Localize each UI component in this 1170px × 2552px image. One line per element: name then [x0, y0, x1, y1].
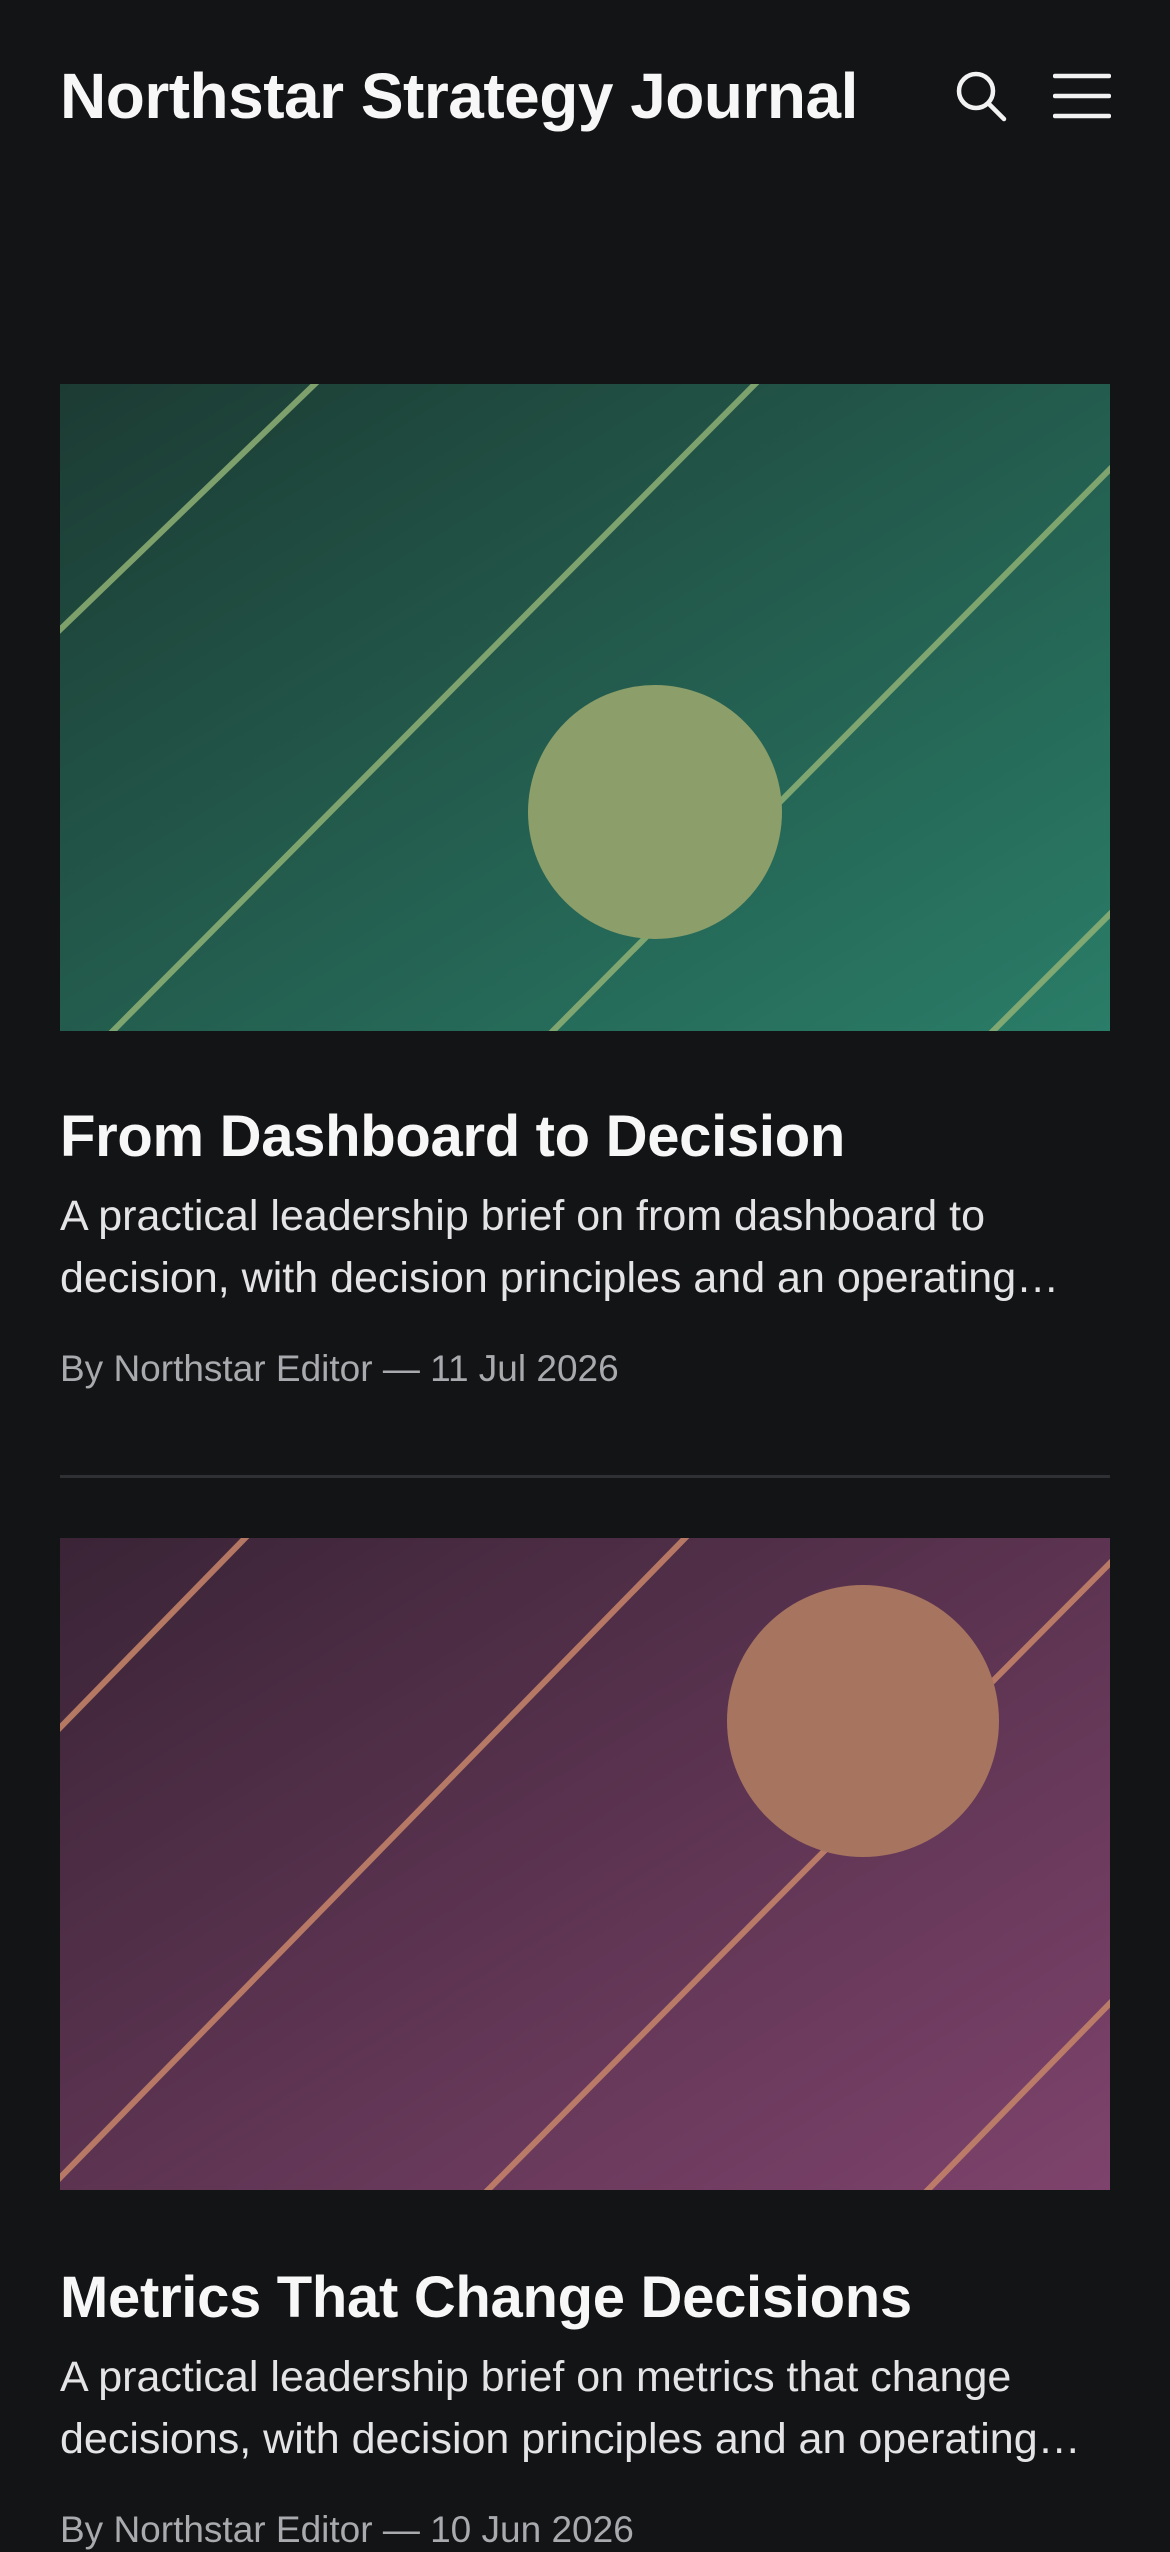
article-byline: By Northstar Editor — 11 Jul 2026	[60, 1348, 619, 1389]
article-title[interactable]: From Dashboard to Decision	[60, 1101, 1110, 1173]
article-divider	[60, 1475, 1110, 1478]
article-excerpt: A practical leadership brief on from das…	[60, 1192, 1017, 1302]
article-byline: By Northstar Editor — 10 Jun 2026	[60, 2509, 634, 2550]
article-title[interactable]: Metrics That Change Decisions	[60, 2262, 1110, 2334]
search-button[interactable]	[945, 60, 1017, 132]
site-title[interactable]: Northstar Strategy Journal	[60, 56, 858, 136]
article-card[interactable]: From Dashboard to Decision A practical l…	[60, 384, 1110, 1391]
search-icon	[956, 71, 1007, 122]
article-excerpt: A practical leadership brief on metrics …	[60, 2353, 1038, 2463]
article-hero-image[interactable]	[60, 384, 1110, 1031]
article-card[interactable]: Metrics That Change Decisions A practica…	[60, 1538, 1110, 2552]
menu-button[interactable]	[1046, 60, 1118, 132]
app-header: Northstar Strategy Journal	[0, 0, 1170, 200]
hamburger-menu-icon	[1053, 73, 1111, 119]
article-hero-image[interactable]	[60, 1538, 1110, 2190]
